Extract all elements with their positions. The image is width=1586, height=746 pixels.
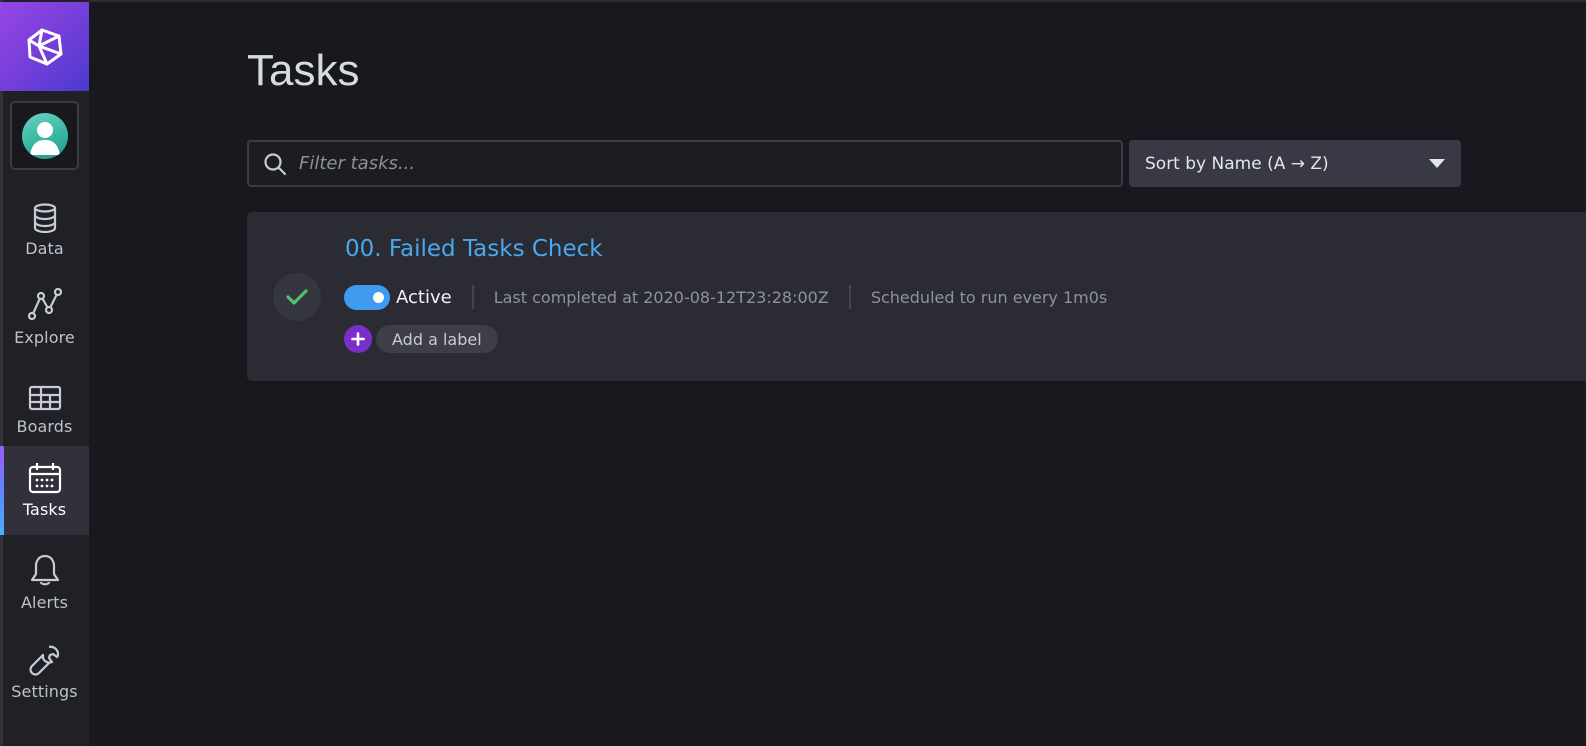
add-label-plus-button[interactable] xyxy=(344,325,372,353)
checkmark-icon xyxy=(286,289,308,305)
database-icon xyxy=(32,197,58,233)
search-input[interactable] xyxy=(299,143,1079,184)
label-row: Add a label xyxy=(344,325,498,353)
top-border xyxy=(0,0,1586,2)
chevron-down-icon xyxy=(1429,159,1445,168)
search-icon xyxy=(263,152,289,176)
task-status-indicator xyxy=(273,273,321,321)
plus-icon xyxy=(351,332,365,346)
divider xyxy=(471,285,474,309)
sort-dropdown[interactable]: Sort by Name (A → Z) xyxy=(1129,140,1461,187)
sidebar-item-explore[interactable]: Explore xyxy=(0,274,89,363)
task-status-label: Active xyxy=(396,286,452,308)
influx-cuboid-logo-icon xyxy=(27,28,62,65)
sidebar-item-label: Settings xyxy=(11,682,78,701)
sidebar-item-alerts[interactable]: Alerts xyxy=(0,539,89,628)
sidebar-item-label: Boards xyxy=(16,417,73,436)
wrench-icon xyxy=(28,640,61,676)
schedule-text: Scheduled to run every 1m0s xyxy=(870,287,1108,307)
task-name-link[interactable]: 00. Failed Tasks Check xyxy=(345,236,603,262)
divider xyxy=(848,285,851,309)
task-active-toggle[interactable] xyxy=(344,284,390,310)
search-box[interactable] xyxy=(247,140,1123,187)
dashboard-grid-icon xyxy=(28,375,62,411)
user-avatar-icon xyxy=(21,112,68,159)
sidebar-item-boards[interactable]: Boards xyxy=(0,363,89,452)
logo[interactable] xyxy=(0,2,89,91)
sidebar-item-tasks[interactable]: Tasks xyxy=(0,446,89,535)
add-label-button[interactable]: Add a label xyxy=(376,325,498,353)
sidebar: Data Explore Boards Tasks Alerts Setting… xyxy=(0,0,89,746)
sidebar-item-label: Explore xyxy=(14,328,75,347)
graph-line-icon xyxy=(27,286,62,322)
task-card: 00. Failed Tasks Check Active Last compl… xyxy=(247,212,1586,381)
user-avatar-button[interactable] xyxy=(10,101,79,170)
sidebar-item-settings[interactable]: Settings xyxy=(0,628,89,717)
sidebar-item-label: Data xyxy=(25,239,64,258)
last-completed-text: Last completed at 2020-08-12T23:28:00Z xyxy=(493,287,829,307)
sort-label: Sort by Name (A → Z) xyxy=(1145,153,1329,174)
sidebar-item-label: Alerts xyxy=(20,593,69,612)
sidebar-item-data[interactable]: Data xyxy=(0,185,89,274)
bell-icon xyxy=(30,551,60,587)
calendar-icon xyxy=(28,458,62,494)
task-meta-row: Active Last completed at 2020-08-12T23:2… xyxy=(344,284,1107,310)
toggle-knob xyxy=(373,291,384,303)
sidebar-item-label: Tasks xyxy=(22,500,67,519)
page-title: Tasks xyxy=(247,46,360,95)
app-root: Data Explore Boards Tasks Alerts Setting… xyxy=(0,0,1586,746)
